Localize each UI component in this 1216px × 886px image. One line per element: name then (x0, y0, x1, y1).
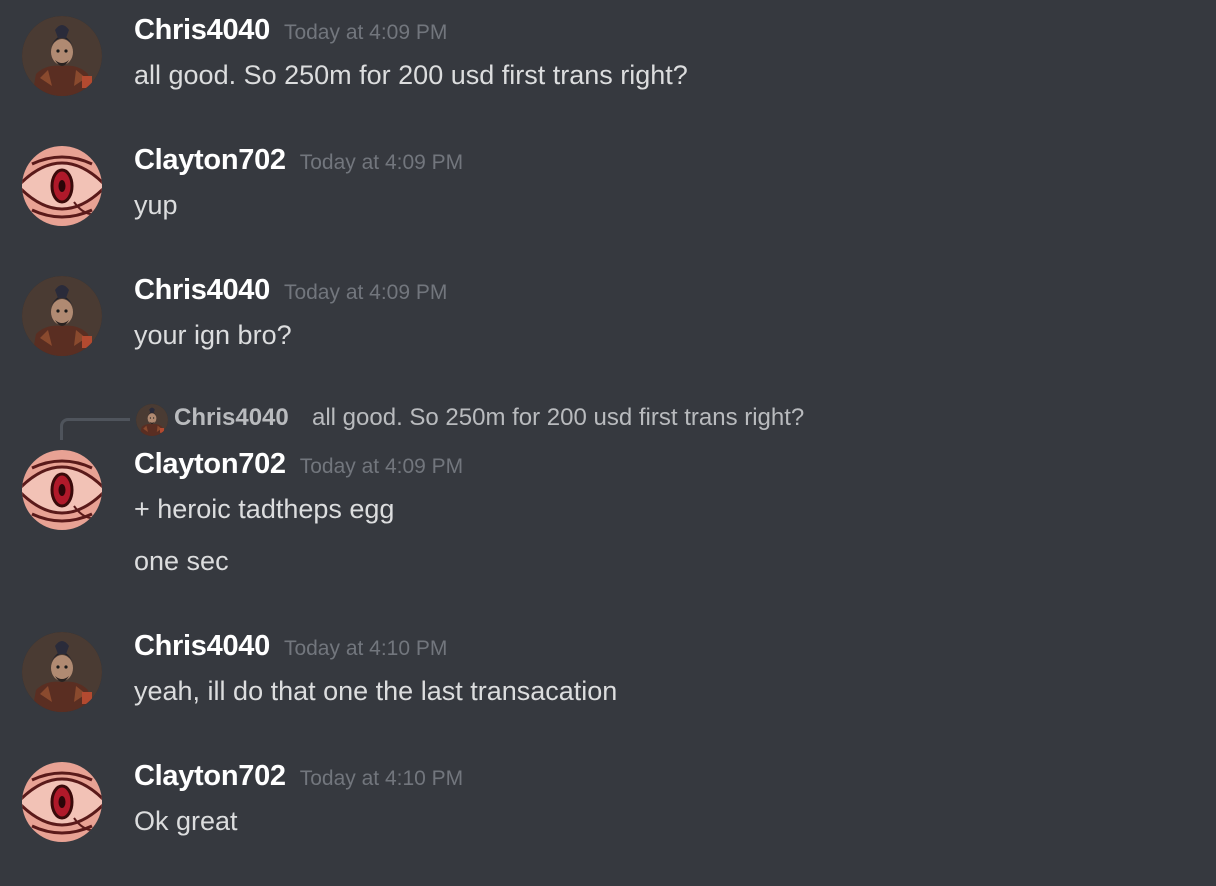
warrior-avatar-icon (22, 276, 102, 356)
message-text: yup (134, 190, 178, 220)
reply-reference[interactable]: Chris4040 all good. So 250m for 200 usd … (60, 400, 860, 440)
warrior-avatar-icon (136, 404, 168, 436)
username[interactable]: Chris4040 (134, 630, 270, 662)
timestamp[interactable]: Today at 4:09 PM (300, 455, 463, 478)
avatar[interactable] (22, 16, 102, 96)
reply-avatar (136, 404, 168, 436)
message-text: yeah, ill do that one the last transacat… (134, 676, 618, 706)
timestamp[interactable]: Today at 4:10 PM (300, 767, 463, 790)
message-text: Ok great (134, 806, 238, 836)
message-header: Chris4040 Today at 4:10 PM (134, 630, 447, 663)
username[interactable]: Clayton702 (134, 448, 286, 480)
message-header: Clayton702 Today at 4:10 PM (134, 760, 463, 793)
timestamp[interactable]: Today at 4:09 PM (300, 151, 463, 174)
message-text: your ign bro? (134, 320, 292, 350)
red-eye-avatar-icon (22, 146, 102, 226)
red-eye-avatar-icon (22, 450, 102, 530)
avatar[interactable] (22, 146, 102, 226)
message-header: Chris4040 Today at 4:09 PM (134, 274, 447, 307)
warrior-avatar-icon (22, 632, 102, 712)
message-text: all good. So 250m for 200 usd first tran… (134, 60, 688, 90)
username[interactable]: Chris4040 (134, 274, 270, 306)
timestamp[interactable]: Today at 4:10 PM (284, 637, 447, 660)
message-text: one sec (134, 546, 229, 576)
reply-spine (60, 418, 130, 440)
username[interactable]: Clayton702 (134, 144, 286, 176)
avatar[interactable] (22, 762, 102, 842)
message-header: Clayton702 Today at 4:09 PM (134, 448, 463, 481)
message-text: + heroic tadtheps egg (134, 494, 395, 524)
reply-author[interactable]: Chris4040 (174, 404, 289, 432)
timestamp[interactable]: Today at 4:09 PM (284, 21, 447, 44)
reply-text[interactable]: all good. So 250m for 200 usd first tran… (312, 404, 804, 432)
username[interactable]: Clayton702 (134, 760, 286, 792)
message-header: Clayton702 Today at 4:09 PM (134, 144, 463, 177)
avatar[interactable] (22, 450, 102, 530)
timestamp[interactable]: Today at 4:09 PM (284, 281, 447, 304)
avatar[interactable] (22, 276, 102, 356)
message-header: Chris4040 Today at 4:09 PM (134, 14, 447, 47)
warrior-avatar-icon (22, 16, 102, 96)
avatar[interactable] (22, 632, 102, 712)
username[interactable]: Chris4040 (134, 14, 270, 46)
red-eye-avatar-icon (22, 762, 102, 842)
